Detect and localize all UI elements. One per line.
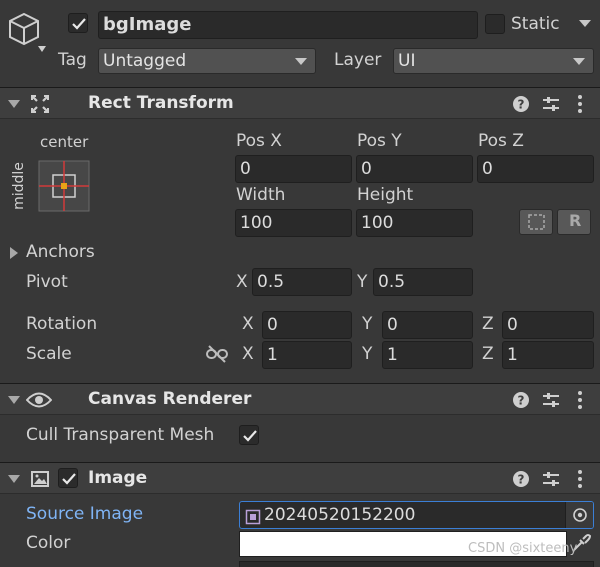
anchor-preset-h-label: center [40,133,89,151]
anchor-preset-v-label: middle [11,162,27,210]
layer-value: UI [398,51,416,71]
image-title: Image [88,468,148,488]
watermark-text: CSDN @sixteeny [468,541,578,556]
tag-value: Untagged [103,51,187,71]
gameobject-icon[interactable] [8,12,46,56]
active-checkbox[interactable] [68,13,88,33]
rotation-z-field[interactable]: 0 [502,311,594,339]
scale-y-field[interactable]: 1 [382,341,473,369]
pivot-y-field[interactable]: 0.5 [373,268,473,296]
help-icon[interactable]: ? [512,95,530,118]
tag-label: Tag [58,50,87,70]
pos-z-field[interactable]: 0 [477,155,594,183]
chevron-down-icon [295,58,307,65]
rotation-label: Rotation [26,314,98,334]
static-label: Static [511,14,560,34]
height-field[interactable]: 100 [356,209,473,237]
static-dropdown[interactable] [571,12,595,38]
width-field[interactable]: 100 [235,209,352,237]
anchor-presets-button[interactable] [38,160,90,212]
rect-transform-header[interactable]: Rect Transform ? [0,87,600,119]
scale-z-axis-label: Z [482,344,494,364]
anchors-foldout-icon[interactable] [10,247,18,259]
next-row-partial [239,561,594,567]
scale-x-axis-label: X [242,344,254,364]
raw-edit-button[interactable]: R [557,209,591,235]
image-enabled-checkbox[interactable] [58,468,78,488]
foldout-arrow-icon[interactable] [8,396,20,404]
context-menu-icon[interactable] [576,469,584,494]
pos-x-field[interactable]: 0 [235,155,352,183]
help-icon[interactable]: ? [512,470,530,493]
cull-transparent-mesh-checkbox[interactable] [239,425,259,445]
static-checkbox[interactable] [485,14,505,34]
pivot-label: Pivot [26,272,68,292]
object-picker-icon[interactable] [565,502,593,528]
rect-transform-icon [30,94,50,119]
rotation-y-axis-label: Y [362,314,373,334]
context-menu-icon[interactable] [576,390,584,415]
pos-y-field[interactable]: 0 [356,155,473,183]
tag-dropdown[interactable]: Untagged [98,48,316,74]
presets-icon[interactable] [542,95,560,118]
rotation-z-axis-label: Z [482,314,494,334]
rotation-y-field[interactable]: 0 [382,311,473,339]
anchors-label[interactable]: Anchors [26,242,95,262]
rect-transform-title: Rect Transform [88,93,234,113]
layer-label: Layer [334,50,382,70]
scale-x-field[interactable]: 1 [262,341,352,369]
sprite-icon [245,507,261,528]
pos-z-label: Pos Z [478,131,524,151]
presets-icon[interactable] [542,470,560,493]
foldout-arrow-icon[interactable] [8,475,20,483]
pivot-x-field[interactable]: 0.5 [252,268,352,296]
gameobject-name-field[interactable]: bgImage [98,11,478,39]
canvas-renderer-title: Canvas Renderer [88,389,252,409]
foldout-arrow-icon[interactable] [8,100,20,108]
help-icon[interactable]: ? [512,391,530,414]
pos-y-label: Pos Y [357,131,402,151]
source-image-field[interactable]: 20240520152200 [239,501,594,529]
eye-icon [25,391,53,414]
pivot-x-axis-label: X [236,272,248,292]
svg-text:?: ? [518,394,525,408]
blueprint-mode-button[interactable] [519,209,553,235]
chevron-down-icon [573,58,585,65]
presets-icon[interactable] [542,391,560,414]
image-component-icon [30,469,50,494]
rotation-x-axis-label: X [242,314,254,334]
source-image-label: Source Image [26,504,144,524]
context-menu-icon[interactable] [576,94,584,119]
layer-dropdown[interactable]: UI [393,48,594,74]
scale-y-axis-label: Y [362,344,373,364]
color-label: Color [26,533,71,553]
image-header[interactable]: Image ? [0,462,600,494]
raw-edit-label: R [569,211,582,230]
svg-text:?: ? [518,98,525,112]
rotation-x-field[interactable]: 0 [262,311,352,339]
width-label: Width [236,185,286,205]
pos-x-label: Pos X [236,131,282,151]
scale-z-field[interactable]: 1 [502,341,594,369]
svg-text:?: ? [518,473,525,487]
constrain-proportions-icon[interactable] [206,345,228,368]
height-label: Height [357,185,414,205]
scale-label: Scale [26,344,72,364]
pivot-y-axis-label: Y [357,272,368,292]
source-image-value: 20240520152200 [264,505,416,525]
canvas-renderer-header[interactable]: Canvas Renderer ? [0,383,600,415]
cull-transparent-mesh-label: Cull Transparent Mesh [26,425,215,445]
